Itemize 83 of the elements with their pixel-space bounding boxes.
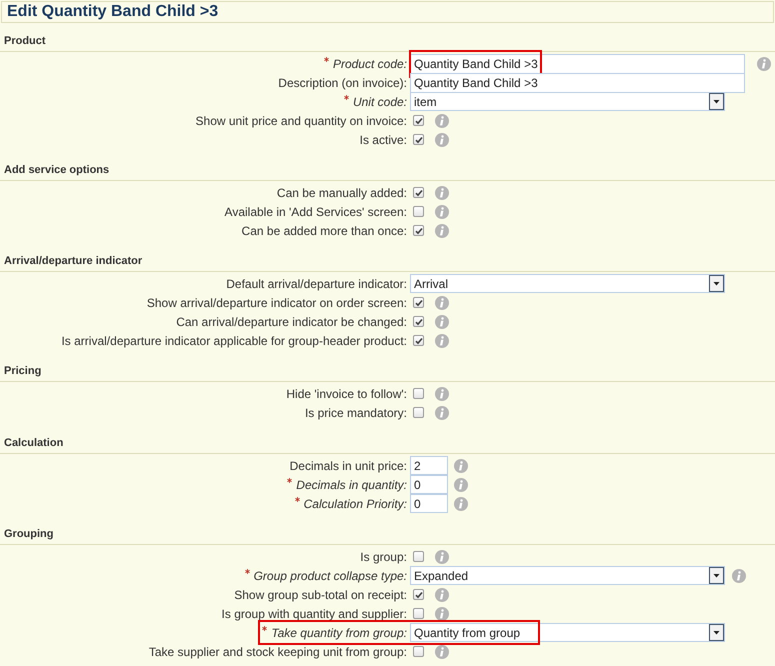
field-label: Can arrival/departure indicator be changed: (176, 314, 407, 330)
field-label: Hide 'invoice to follow': (286, 386, 407, 402)
checkbox[interactable] (413, 297, 424, 308)
field-label: Calculation Priority: (304, 496, 407, 512)
section-heading: Calculation (4, 436, 64, 452)
checkbox[interactable] (413, 589, 424, 600)
field-label: Default arrival/departure indicator: (226, 276, 407, 292)
text-field[interactable]: Quantity Band Child >3 (410, 72, 745, 92)
field-label: Product code: (332, 56, 407, 72)
dropdown[interactable]: Expanded (410, 566, 725, 585)
info-icon[interactable] (435, 334, 449, 348)
checkmark-icon (414, 298, 422, 306)
field-label: Take supplier and stock keeping unit from group: (148, 644, 407, 660)
info-icon[interactable] (435, 296, 449, 310)
dropdown[interactable]: Quantity from group (410, 623, 725, 642)
section-heading: Add service options (4, 163, 110, 178)
section-heading: Grouping (4, 527, 54, 542)
field-label: Is group with quantity and supplier: (222, 606, 407, 622)
checkmark-icon (414, 318, 422, 326)
checkbox[interactable] (413, 608, 424, 619)
field-label: Is group: (360, 548, 407, 566)
info-icon[interactable] (435, 186, 449, 200)
checkmark-icon (414, 188, 422, 196)
field-label: Decimals in unit price: (290, 458, 407, 474)
info-icon[interactable] (757, 56, 771, 70)
info-icon[interactable] (435, 314, 449, 328)
field-label: Is arrival/departure indicator applicable for group-header product: (61, 332, 407, 350)
section-heading: Arrival/departure indicator (4, 254, 142, 270)
field-label: Is price mandatory: (304, 404, 407, 422)
info-icon[interactable] (454, 478, 468, 492)
info-icon[interactable] (435, 386, 449, 400)
field-label: Show unit price and quantity on invoice: (196, 112, 407, 130)
number-field[interactable]: 0 (410, 475, 448, 494)
info-icon[interactable] (435, 644, 449, 658)
checkbox[interactable] (413, 388, 424, 399)
field-label: Group product collapse type: (254, 568, 407, 584)
dropdown[interactable]: item (410, 92, 725, 111)
field-label: Description (on invoice): (278, 74, 407, 92)
dropdown[interactable]: Arrival (410, 274, 725, 293)
info-icon[interactable] (435, 204, 449, 218)
checkmark-icon (414, 116, 422, 124)
info-icon[interactable] (435, 606, 449, 620)
field-label: Is active: (360, 132, 407, 148)
caret-icon (709, 624, 724, 641)
info-icon[interactable] (435, 550, 449, 564)
checkmark-icon (414, 136, 422, 144)
field-label: Can be manually added: (276, 184, 407, 202)
section-heading: Pricing (4, 364, 42, 380)
checkbox[interactable] (413, 115, 424, 126)
number-field[interactable]: 2 (410, 456, 448, 475)
checkbox[interactable] (413, 335, 424, 346)
field-label: Decimals in quantity: (296, 476, 407, 494)
checkbox[interactable] (413, 646, 424, 657)
checkbox[interactable] (413, 316, 424, 327)
checkbox[interactable] (413, 407, 424, 418)
info-icon[interactable] (435, 114, 449, 128)
checkbox[interactable] (413, 187, 424, 198)
info-icon[interactable] (435, 406, 449, 420)
checkmark-icon (414, 226, 422, 234)
checkbox[interactable] (413, 551, 424, 562)
checkmark-icon (414, 590, 422, 598)
field-label: Unit code: (352, 94, 407, 110)
caret-icon (709, 567, 724, 584)
field-label: Show group sub-total on receipt: (234, 586, 407, 604)
checkbox[interactable] (413, 134, 424, 145)
checkbox[interactable] (413, 225, 424, 236)
section-heading: Product (4, 34, 46, 50)
field-label: Can be added more than once: (242, 222, 407, 240)
info-icon[interactable] (732, 568, 746, 582)
page-title: Edit Quantity Band Child >3 (1, 1, 774, 23)
field-label: Available in 'Add Services' screen: (224, 204, 407, 220)
number-field[interactable]: 0 (410, 494, 448, 513)
checkbox[interactable] (413, 206, 424, 217)
caret-icon (709, 275, 724, 292)
caret-icon (709, 93, 724, 110)
info-icon[interactable] (435, 588, 449, 602)
info-icon[interactable] (454, 496, 468, 510)
info-icon[interactable] (435, 224, 449, 238)
info-icon[interactable] (454, 458, 468, 472)
field-label: Show arrival/departure indicator on order screen: (146, 294, 407, 312)
field-label: Take quantity from group: (271, 624, 407, 642)
info-icon[interactable] (435, 132, 449, 146)
checkmark-icon (414, 336, 422, 344)
